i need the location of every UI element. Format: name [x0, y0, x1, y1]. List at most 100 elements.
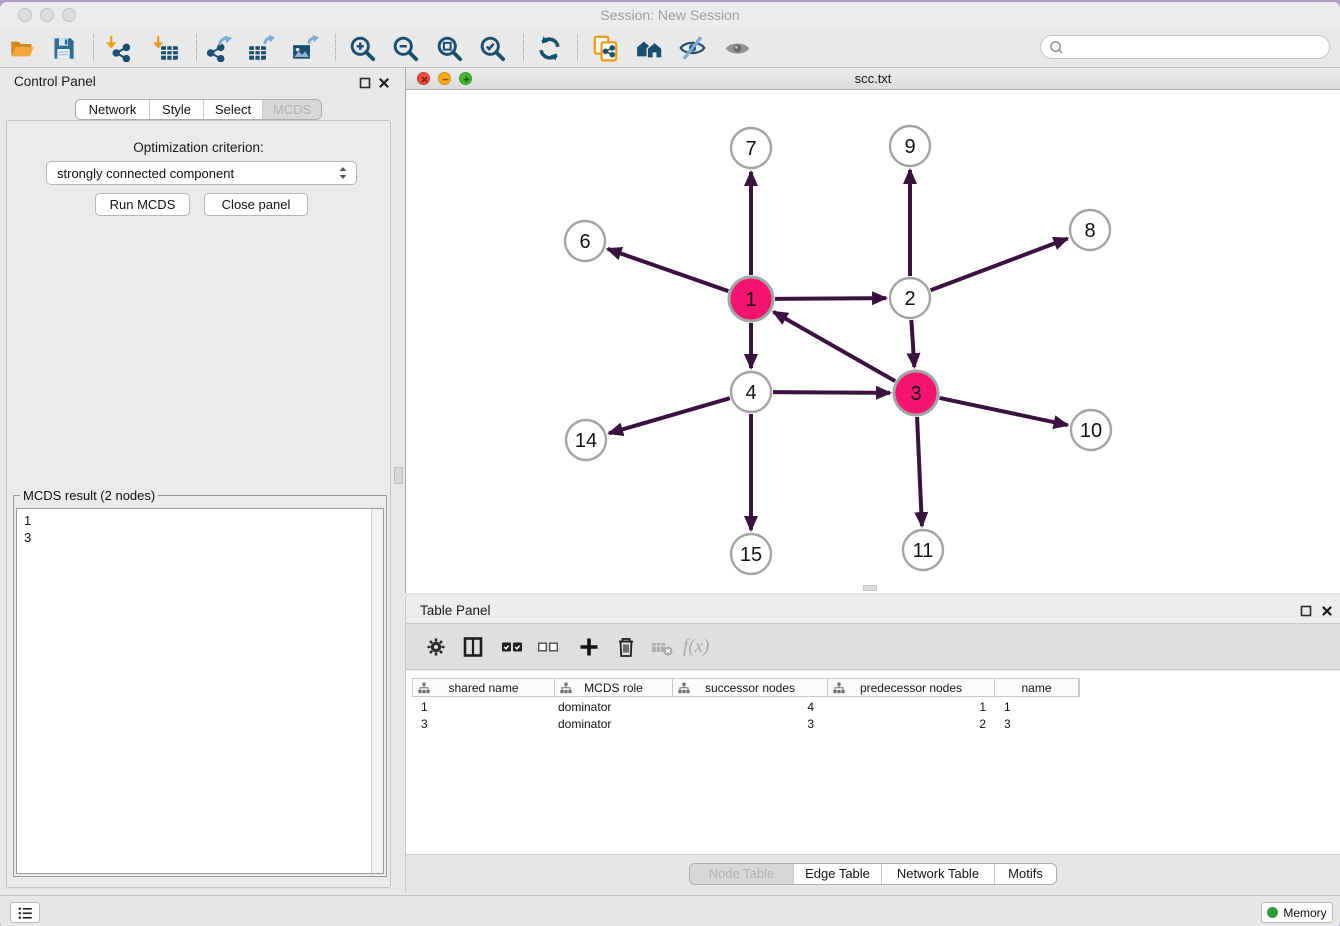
graph-edge-1-6[interactable]	[608, 249, 729, 291]
open-session-icon[interactable]	[7, 33, 37, 63]
toolbar-separator	[577, 34, 578, 61]
delete-columns-icon[interactable]	[613, 634, 639, 660]
toolbar-separator	[335, 34, 336, 61]
graph-node-1[interactable]: 1	[729, 277, 773, 321]
column-header-successor-nodes[interactable]: successor nodes	[673, 679, 828, 696]
clone-network-icon[interactable]	[590, 33, 620, 63]
graph-node-14[interactable]: 14	[566, 420, 606, 460]
node-table-body: 1dominator4113dominator323	[412, 698, 1334, 732]
column-label: name	[1021, 681, 1051, 695]
graph-svg[interactable]: 7 9 6 8 1 2 4 3 14 10 15 11	[406, 90, 1340, 593]
save-session-icon[interactable]	[48, 33, 78, 63]
network-canvas[interactable]: 7 9 6 8 1 2 4 3 14 10 15 11	[406, 90, 1340, 593]
show-eye-icon[interactable]	[722, 33, 752, 63]
main-toolbar	[0, 28, 1340, 68]
hide-columns-icon[interactable]	[535, 634, 561, 660]
result-scrollbar[interactable]	[371, 509, 383, 873]
first-neighbors-icon[interactable]	[634, 33, 664, 63]
main-titlebar: Session: New Session	[0, 2, 1340, 28]
graph-node-3[interactable]: 3	[894, 371, 938, 415]
table-row[interactable]: 1dominator411	[412, 698, 1334, 715]
tab-node-table[interactable]: Node Table	[690, 864, 793, 884]
panel-splitter-handle[interactable]	[394, 467, 403, 484]
status-bar: Memory	[0, 895, 1340, 926]
tree-icon	[560, 682, 572, 697]
table-row[interactable]: 3dominator323	[412, 715, 1334, 732]
graph-edge-3-10[interactable]	[939, 398, 1067, 425]
node-table: shared name MCDS role successor nodes pr…	[406, 671, 1340, 854]
close-panel-button[interactable]: Close panel	[204, 193, 308, 216]
canvas-splitter-handle[interactable]	[863, 585, 877, 591]
tab-style[interactable]: Style	[149, 100, 203, 119]
import-network-icon[interactable]	[103, 33, 133, 63]
export-table-icon[interactable]	[246, 33, 276, 63]
tab-network[interactable]: Network	[76, 100, 149, 119]
graph-node-11[interactable]: 11	[903, 530, 943, 570]
graph-edge-4-14[interactable]	[609, 398, 730, 433]
svg-text:11: 11	[913, 540, 934, 562]
graph-edge-2-3[interactable]	[911, 320, 914, 367]
search-input[interactable]	[1064, 37, 1329, 57]
create-column-icon[interactable]	[576, 634, 602, 660]
toggle-column-view-icon[interactable]	[460, 634, 486, 660]
import-table-icon[interactable]	[150, 33, 180, 63]
graph-edge-2-8[interactable]	[931, 238, 1068, 290]
optimization-criterion-label: Optimization criterion:	[7, 140, 390, 155]
graph-node-4[interactable]: 4	[731, 372, 771, 412]
graph-node-10[interactable]: 10	[1071, 410, 1111, 450]
zoom-in-icon[interactable]	[347, 33, 377, 63]
run-mcds-button[interactable]: Run MCDS	[95, 193, 190, 216]
table-tabs-bar: Node Table Edge Table Network Table Moti…	[406, 854, 1340, 892]
table-cell: 1	[994, 700, 1078, 714]
float-table-panel-icon[interactable]	[1299, 604, 1312, 617]
close-table-panel-icon[interactable]	[1320, 604, 1333, 617]
task-history-button[interactable]	[10, 902, 40, 923]
tab-motifs[interactable]: Motifs	[994, 864, 1056, 884]
float-panel-icon[interactable]	[358, 76, 371, 89]
tab-select[interactable]: Select	[203, 100, 262, 119]
application-window: Session: New Session	[0, 2, 1340, 926]
graph-edge-3-1[interactable]	[774, 312, 896, 381]
svg-text:4: 4	[745, 382, 756, 404]
graph-edge-3-11[interactable]	[917, 417, 922, 526]
svg-text:3: 3	[910, 383, 921, 405]
zoom-out-icon[interactable]	[390, 33, 420, 63]
delete-table-icon	[649, 634, 675, 660]
graph-node-8[interactable]: 8	[1070, 210, 1110, 250]
function-builder-icon: f(x)	[683, 636, 709, 658]
criterion-dropdown[interactable]: strongly connected component	[46, 161, 357, 185]
column-header-predecessor-nodes[interactable]: predecessor nodes	[828, 679, 995, 696]
export-image-icon[interactable]	[290, 33, 320, 63]
graph-node-15[interactable]: 15	[731, 534, 771, 574]
graph-edge-1-2[interactable]	[775, 298, 886, 299]
column-header-shared-name[interactable]: shared name	[413, 679, 555, 696]
graph-node-2[interactable]: 2	[890, 278, 930, 318]
graph-edge-4-3[interactable]	[773, 392, 890, 393]
close-panel-icon[interactable]	[377, 76, 390, 89]
settings-gear-icon[interactable]	[423, 634, 449, 660]
graph-node-7[interactable]: 7	[731, 128, 771, 168]
tab-mcds[interactable]: MCDS	[262, 100, 321, 119]
column-header-mcds-role[interactable]: MCDS role	[555, 679, 673, 696]
search-icon	[1049, 40, 1064, 55]
column-header-name[interactable]: name	[995, 679, 1079, 696]
tab-network-table[interactable]: Network Table	[881, 864, 994, 884]
hide-eye-icon[interactable]	[677, 33, 707, 63]
export-network-icon[interactable]	[203, 33, 233, 63]
show-columns-icon[interactable]	[499, 634, 525, 660]
zoom-selected-icon[interactable]	[477, 33, 507, 63]
search-field	[1040, 35, 1330, 59]
tab-edge-table[interactable]: Edge Table	[793, 864, 881, 884]
mcds-result-area[interactable]: 1 3	[16, 508, 384, 874]
mcds-result-text: 1 3	[24, 512, 31, 546]
node-table-header: shared name MCDS role successor nodes pr…	[412, 678, 1080, 697]
mcds-result-legend: MCDS result (2 nodes)	[20, 488, 158, 503]
memory-button[interactable]: Memory	[1261, 902, 1333, 923]
zoom-fit-icon[interactable]	[434, 33, 464, 63]
toolbar-separator	[196, 34, 197, 61]
toolbar-separator	[93, 34, 94, 61]
refresh-icon[interactable]	[534, 33, 564, 63]
graph-node-6[interactable]: 6	[565, 221, 605, 261]
svg-text:6: 6	[579, 231, 590, 253]
graph-node-9[interactable]: 9	[890, 126, 930, 166]
